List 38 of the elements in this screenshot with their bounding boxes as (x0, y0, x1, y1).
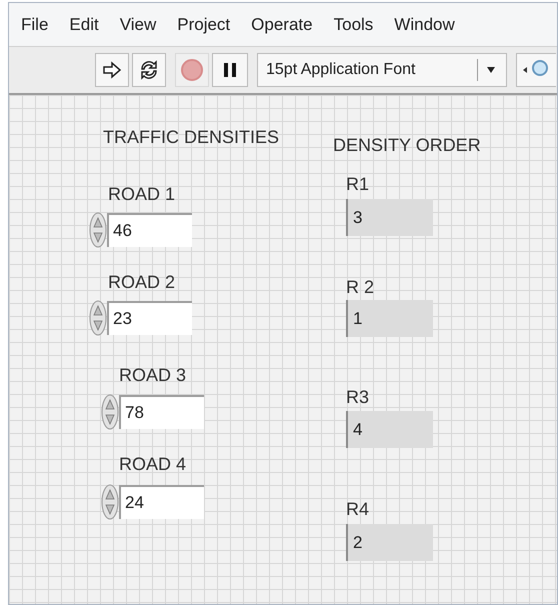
menu-item[interactable]: Tools (334, 12, 374, 38)
indicator-label: R 2 (346, 276, 374, 299)
menu-item[interactable]: File (21, 12, 48, 38)
menu-item[interactable]: View (120, 12, 156, 38)
control-label: ROAD 3 (119, 364, 186, 387)
section-title: TRAFFIC DENSITIES (103, 126, 280, 149)
zoom-button[interactable] (516, 53, 556, 87)
numeric-control[interactable]: 24 (119, 485, 204, 519)
numeric-control[interactable]: 23 (107, 301, 192, 335)
numeric-control[interactable]: 46 (107, 213, 192, 247)
menu-item[interactable]: Edit (69, 12, 99, 38)
run-button[interactable] (95, 53, 129, 87)
caret-icon (486, 66, 496, 74)
stop-icon (181, 59, 203, 81)
numeric-indicator: 1 (346, 300, 433, 337)
menu-item[interactable]: Window (394, 12, 455, 38)
control-label: ROAD 2 (108, 271, 176, 294)
increment-decrement-icon[interactable] (101, 484, 119, 520)
pause-icon (223, 62, 237, 78)
indicator-label: R1 (346, 173, 370, 196)
section-title: DENSITY ORDER (333, 134, 481, 157)
increment-decrement-icon[interactable] (101, 394, 119, 430)
menu-item[interactable]: Project (177, 12, 230, 38)
numeric-indicator: 2 (346, 524, 433, 561)
indicator-label: R4 (346, 498, 370, 521)
control-label: ROAD 4 (119, 453, 186, 476)
numeric-control[interactable]: 78 (119, 395, 204, 429)
numeric-indicator: 4 (346, 411, 433, 448)
control-label: ROAD 1 (108, 183, 176, 206)
increment-decrement-icon[interactable] (89, 300, 107, 336)
font-dropdown[interactable]: 15pt Application Font (257, 53, 507, 87)
increment-decrement-icon[interactable] (89, 212, 107, 248)
numeric-indicator: 3 (346, 199, 433, 236)
indicator-label: R3 (346, 386, 370, 409)
arrow-icon (102, 61, 122, 79)
pause-button[interactable] (212, 53, 248, 87)
run-continuously-button[interactable] (132, 53, 166, 87)
menu-item[interactable]: Operate (251, 12, 313, 38)
